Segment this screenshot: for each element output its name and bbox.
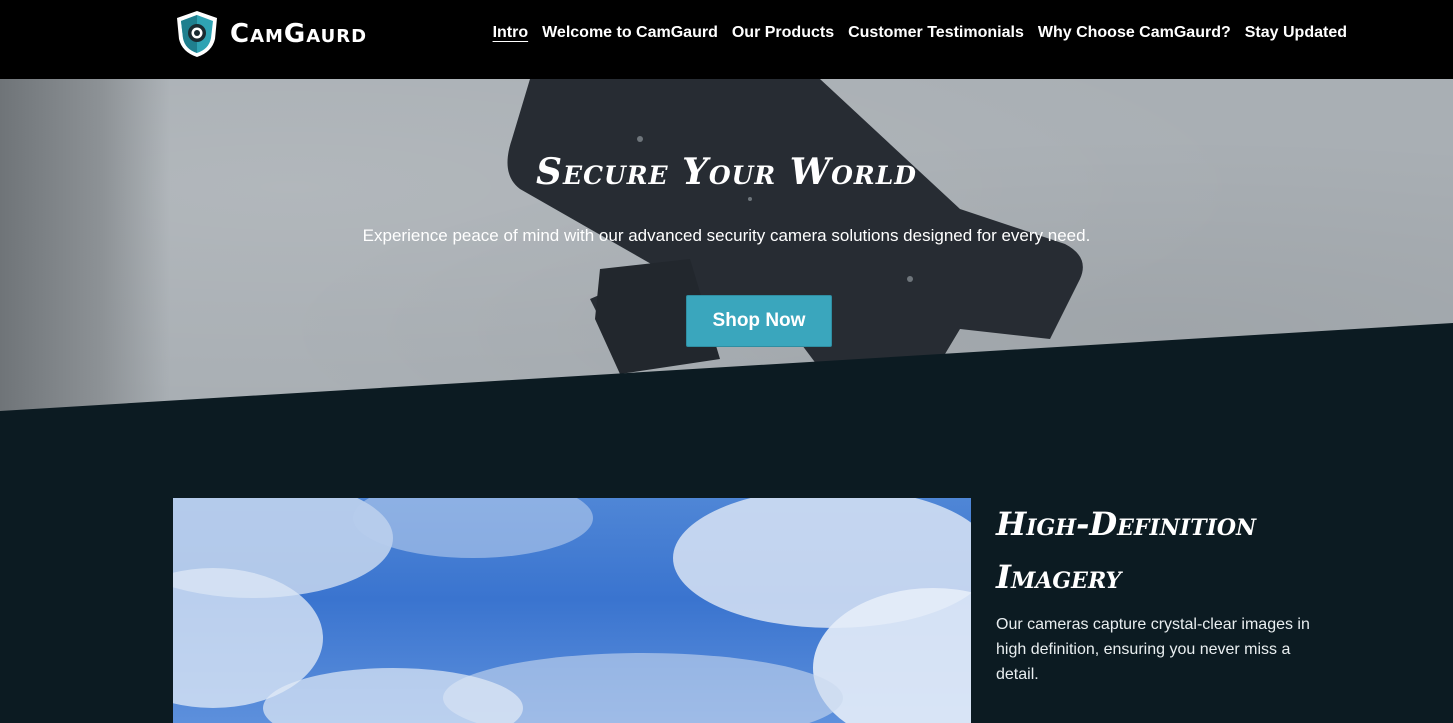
- main-nav: Intro Welcome to CamGaurd Our Products C…: [493, 22, 1347, 44]
- nav-item-products[interactable]: Our Products: [732, 22, 834, 44]
- nav-item-welcome[interactable]: Welcome to CamGaurd: [542, 22, 718, 44]
- brand-name: CamGaurd: [230, 19, 368, 49]
- nav-item-why-choose[interactable]: Why Choose CamGaurd?: [1038, 22, 1231, 44]
- sky-clouds-image: [173, 498, 971, 723]
- feature-description: Our cameras capture crystal-clear images…: [996, 616, 1310, 683]
- brand-logo[interactable]: CamGaurd: [174, 9, 367, 59]
- hero-subtitle: Experience peace of mind with our advanc…: [362, 226, 1091, 245]
- shop-now-button[interactable]: Shop Now: [686, 295, 832, 347]
- hero-slant-divider: [0, 323, 1453, 439]
- shield-camera-icon: [177, 11, 217, 57]
- nav-item-intro[interactable]: Intro: [493, 22, 529, 44]
- feature-image-sky: [173, 498, 971, 723]
- feature-title: High-Definition Imagery: [996, 505, 1257, 596]
- hero-title: Secure Your World: [536, 151, 917, 193]
- nav-item-testimonials[interactable]: Customer Testimonials: [848, 22, 1024, 44]
- nav-item-stay-updated[interactable]: Stay Updated: [1245, 22, 1347, 44]
- hero-section: Secure Your World Experience peace of mi…: [0, 79, 1453, 439]
- site-header: CamGaurd Intro Welcome to CamGaurd Our P…: [0, 0, 1453, 79]
